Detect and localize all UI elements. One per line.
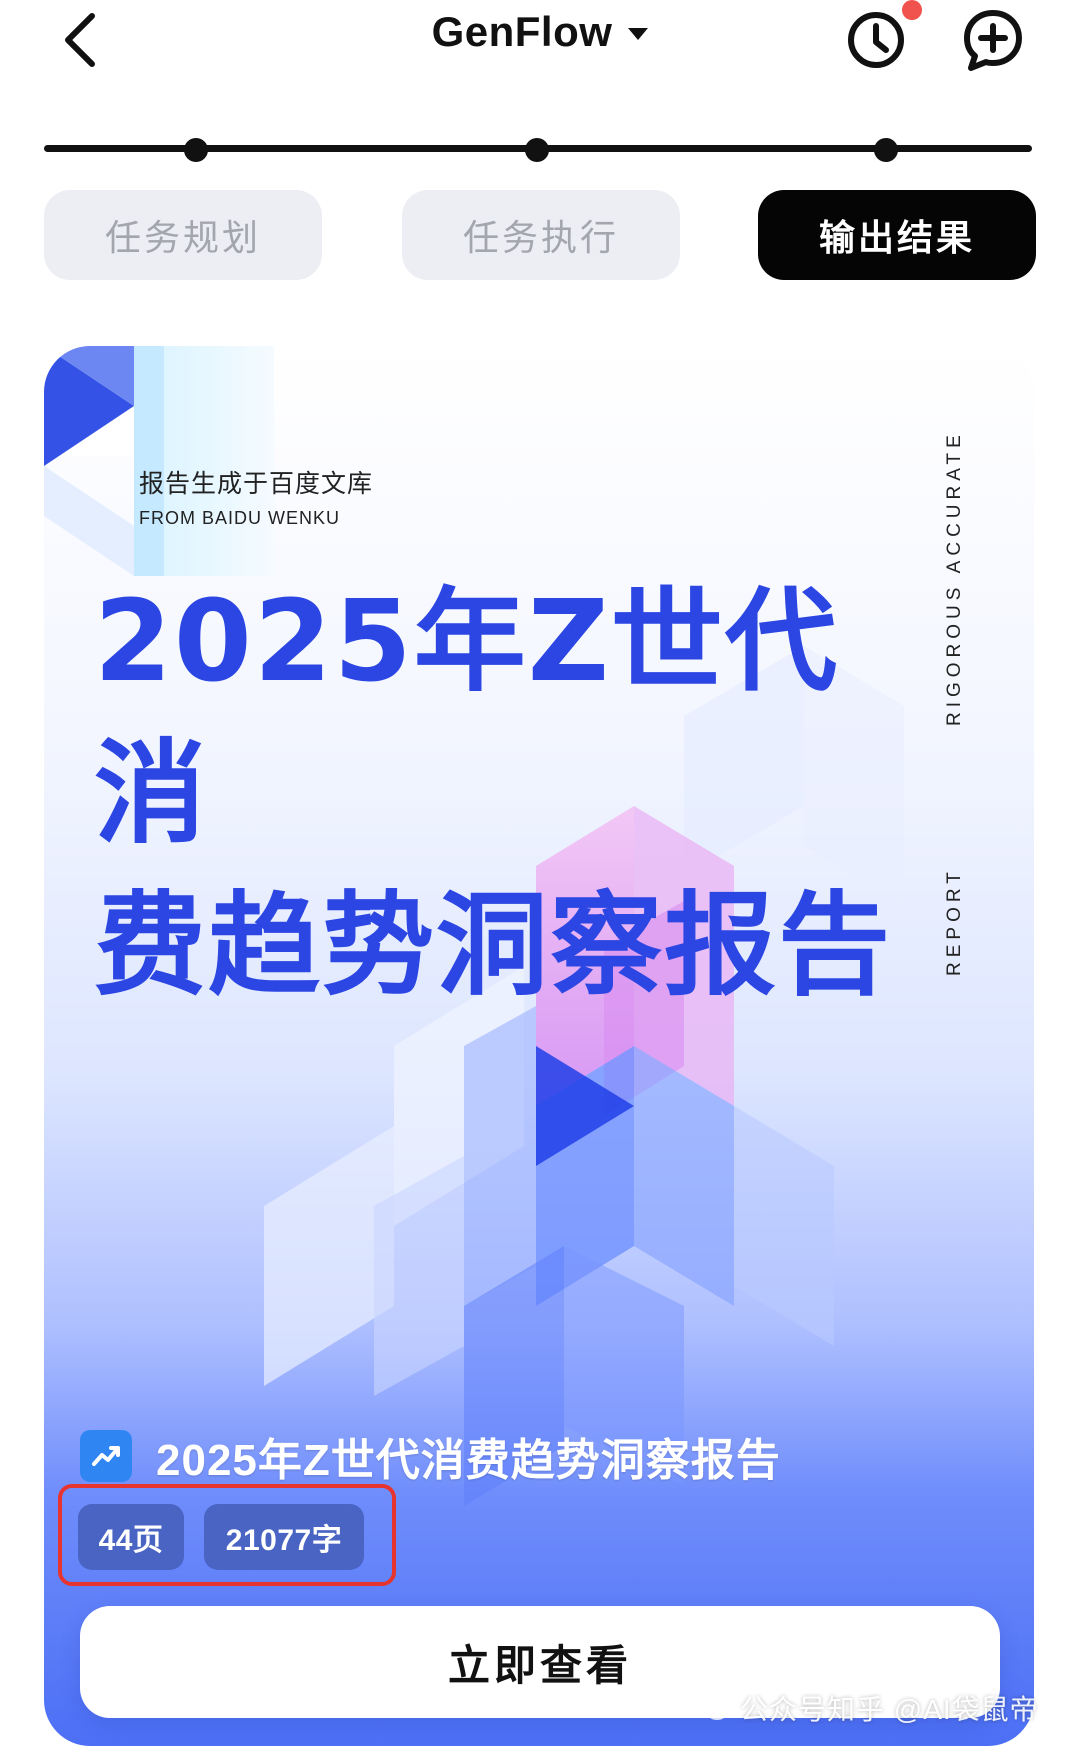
- new-chat-button[interactable]: [958, 4, 1028, 74]
- side-tag-report: REPORT: [944, 867, 965, 976]
- source-label-en: FROM BAIDU WENKU: [139, 508, 341, 528]
- tab-output-result[interactable]: 输出结果: [758, 190, 1036, 280]
- watermark: 公众号知乎 @AI袋鼠帝: [690, 1688, 1039, 1728]
- word-count-badge: 21077字: [204, 1504, 364, 1570]
- page-count-badge: 44页: [78, 1504, 184, 1570]
- tab-task-planning[interactable]: 任务规划: [44, 190, 322, 280]
- side-tag-rigorous: RIGOROUS ACCURATE: [944, 430, 965, 726]
- tab-task-execution[interactable]: 任务执行: [402, 190, 680, 280]
- history-icon: [848, 12, 904, 68]
- report-cover-card[interactable]: 报告生成于百度文库 FROM BAIDU WENKU 2025年Z世代消 费趋势…: [44, 346, 1034, 1746]
- report-info-row: 2025年Z世代消费趋势洞察报告: [80, 1424, 781, 1488]
- app-switcher[interactable]: GenFlow: [432, 8, 649, 56]
- new-chat-icon: [964, 10, 1022, 71]
- history-button[interactable]: [843, 4, 909, 70]
- report-name: 2025年Z世代消费趋势洞察报告: [156, 1436, 781, 1485]
- cover-title: 2025年Z世代消 费趋势洞察报告: [94, 566, 924, 1022]
- source-label-cn: 报告生成于百度文库: [139, 470, 374, 498]
- wechat-icon: [690, 1693, 730, 1723]
- cover-title-line-2: 费趋势洞察报告: [94, 881, 892, 1011]
- watermark-text: 公众号知乎 @AI袋鼠帝: [740, 1694, 1039, 1725]
- app-title: GenFlow: [431, 8, 613, 55]
- cover-title-line-1: 2025年Z世代消: [94, 577, 839, 859]
- caret-down-icon: [628, 28, 649, 40]
- trend-chart-icon: [80, 1430, 132, 1482]
- progress-node-1: [184, 138, 208, 162]
- notification-dot: [902, 0, 922, 20]
- top-bar: GenFlow: [0, 0, 1080, 90]
- step-progress: [44, 138, 1032, 162]
- progress-node-3: [874, 138, 898, 162]
- progress-node-2: [525, 138, 549, 162]
